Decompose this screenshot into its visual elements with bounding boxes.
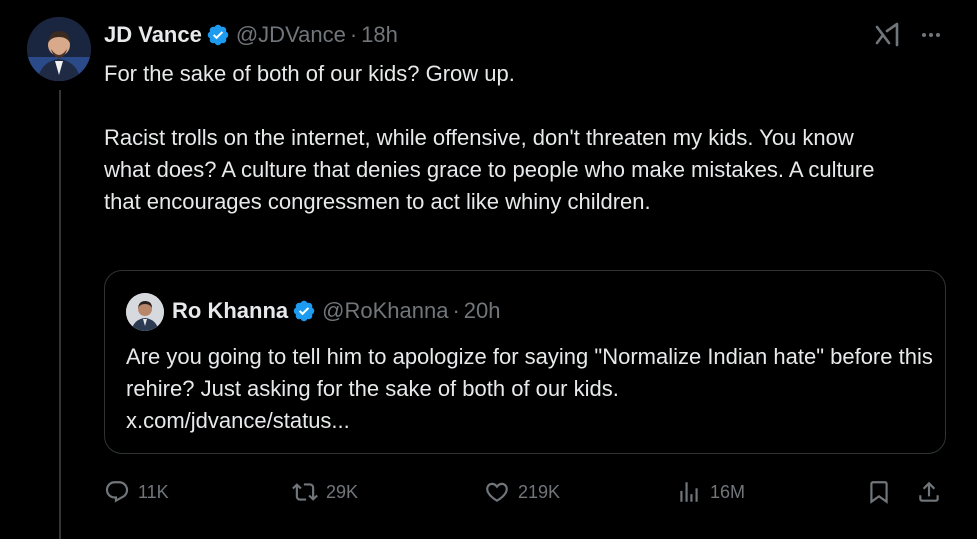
quoted-tweet[interactable]: Ro Khanna @RoKhanna · 20h Are you going … xyxy=(104,270,946,454)
repost-button[interactable]: 29K xyxy=(292,475,358,509)
repost-icon xyxy=(292,483,318,501)
author-handle[interactable]: @JDVance xyxy=(236,22,346,48)
author-avatar[interactable] xyxy=(27,17,91,81)
views-icon xyxy=(680,482,698,502)
thread-line xyxy=(59,90,61,539)
reply-icon xyxy=(105,481,129,503)
share-button[interactable] xyxy=(916,475,942,509)
quote-author-handle[interactable]: @RoKhanna xyxy=(322,298,448,324)
bookmark-button[interactable] xyxy=(866,475,892,509)
like-count: 219K xyxy=(518,481,561,502)
quote-link[interactable]: x.com/jdvance/status... xyxy=(126,408,350,433)
action-bar: 11K 29K 219K 16M xyxy=(104,475,946,509)
more-dot xyxy=(922,33,926,37)
views-button[interactable]: 16M xyxy=(676,475,745,509)
separator-dot: · xyxy=(452,298,460,323)
quote-text: Are you going to tell him to apologize f… xyxy=(126,341,936,437)
grok-icon[interactable] xyxy=(872,20,902,50)
tweet-text-line: Racist trolls on the internet, while off… xyxy=(104,125,875,214)
tweet-header: JD Vance @JDVance · 18h xyxy=(104,20,398,50)
views-count: 16M xyxy=(710,481,746,502)
quote-timestamp[interactable]: 20h xyxy=(464,298,501,324)
repost-count: 29K xyxy=(326,481,359,502)
quote-body: Are you going to tell him to apologize f… xyxy=(126,344,933,401)
quote-author-display-name[interactable]: Ro Khanna xyxy=(172,298,288,324)
tweet-timestamp[interactable]: 18h xyxy=(361,22,398,48)
more-dot xyxy=(929,33,933,37)
separator-dot: · xyxy=(349,22,358,47)
more-icon[interactable] xyxy=(915,23,947,47)
verified-badge-icon[interactable] xyxy=(206,23,230,47)
share-icon xyxy=(919,481,939,502)
author-display-name[interactable]: JD Vance xyxy=(104,22,202,48)
quote-header: Ro Khanna @RoKhanna · 20h xyxy=(172,296,500,326)
tweet-text: For the sake of both of our kids? Grow u… xyxy=(104,58,904,218)
reply-count: 11K xyxy=(138,481,169,502)
like-button[interactable]: 219K xyxy=(484,475,560,509)
bookmark-icon xyxy=(870,481,888,504)
heart-icon xyxy=(486,482,508,502)
verified-badge-icon[interactable] xyxy=(292,299,316,323)
reply-button[interactable]: 11K xyxy=(104,475,169,509)
quote-author-avatar[interactable] xyxy=(126,293,164,331)
more-dot xyxy=(936,33,940,37)
tweet-text-line: For the sake of both of our kids? Grow u… xyxy=(104,61,515,86)
